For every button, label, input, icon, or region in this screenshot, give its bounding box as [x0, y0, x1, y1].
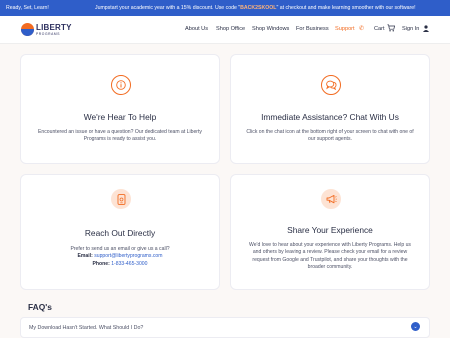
reach-intro: Prefer to send us an email or give us a …	[70, 246, 170, 252]
help-title: We're Hear To Help	[83, 112, 157, 122]
faq-heading: FAQ's	[28, 302, 52, 312]
cart-icon[interactable]	[387, 24, 395, 32]
email-link[interactable]: support@libertyprograms.com	[94, 253, 162, 259]
reach-body: Prefer to send us an email or give us a …	[35, 246, 205, 268]
phone-icon	[111, 189, 131, 209]
help-body: Encountered an issue or have a question?…	[38, 129, 202, 143]
phone-icon[interactable]: ✆	[359, 25, 364, 32]
help-card: We're Hear To Help Encountered an issue …	[20, 54, 220, 164]
faq-item[interactable]: My Download Hasn't Started. What Should …	[20, 317, 430, 338]
share-card: Share Your Experience We'd love to hear …	[230, 174, 430, 290]
chat-card: Immediate Assistance? Chat With Us Click…	[230, 54, 430, 164]
megaphone-icon	[321, 189, 341, 209]
nav-shop-office[interactable]: Shop Office	[216, 26, 245, 32]
promo-text-after: " at checkout and make learning smoother…	[276, 5, 416, 11]
promo-text-before: Jumpstart your academic year with a 15% …	[95, 5, 241, 11]
faq-question[interactable]: My Download Hasn't Started. What Should …	[29, 325, 143, 331]
promo-message: Jumpstart your academic year with a 15% …	[95, 5, 416, 11]
nav-for-business[interactable]: For Business	[296, 26, 329, 32]
logo-tagline: PROGRAMS	[36, 31, 61, 36]
user-icon[interactable]	[423, 25, 429, 32]
share-title: Share Your Experience	[287, 225, 373, 235]
nav-support[interactable]: Support	[335, 26, 355, 32]
logo-wordmark: LIBERTY	[36, 22, 72, 32]
chevron-down-icon[interactable]: ⌄	[411, 322, 420, 331]
email-label: Email:	[77, 253, 93, 260]
chat-title: Immediate Assistance? Chat With Us	[261, 112, 399, 122]
promo-left-text: Ready, Set, Learn!	[6, 5, 49, 11]
nav-sign-in[interactable]: Sign In	[402, 26, 419, 32]
nav-about[interactable]: About Us	[185, 26, 208, 32]
info-icon	[111, 75, 131, 95]
phone-label: Phone:	[92, 260, 110, 267]
chat-bubbles-icon	[321, 75, 341, 95]
promo-banner: Ready, Set, Learn! Jumpstart your academ…	[0, 0, 450, 16]
promo-code: BACK2SKOOL	[240, 5, 277, 11]
phone-link[interactable]: 1-833-465-3000	[111, 261, 147, 267]
site-header: LIBERTY PROGRAMS About Us Shop Office Sh…	[0, 16, 450, 44]
reach-card: Reach Out Directly Prefer to send us an …	[20, 174, 220, 290]
logo-mark-icon	[21, 23, 34, 36]
nav-shop-windows[interactable]: Shop Windows	[252, 26, 289, 32]
brand-logo[interactable]: LIBERTY PROGRAMS	[21, 23, 72, 36]
chat-body: Click on the chat icon at the bottom rig…	[246, 129, 414, 143]
reach-title: Reach Out Directly	[84, 228, 156, 238]
nav-cart[interactable]: Cart	[374, 26, 385, 32]
share-body: We'd love to hear about your experience …	[249, 242, 411, 271]
